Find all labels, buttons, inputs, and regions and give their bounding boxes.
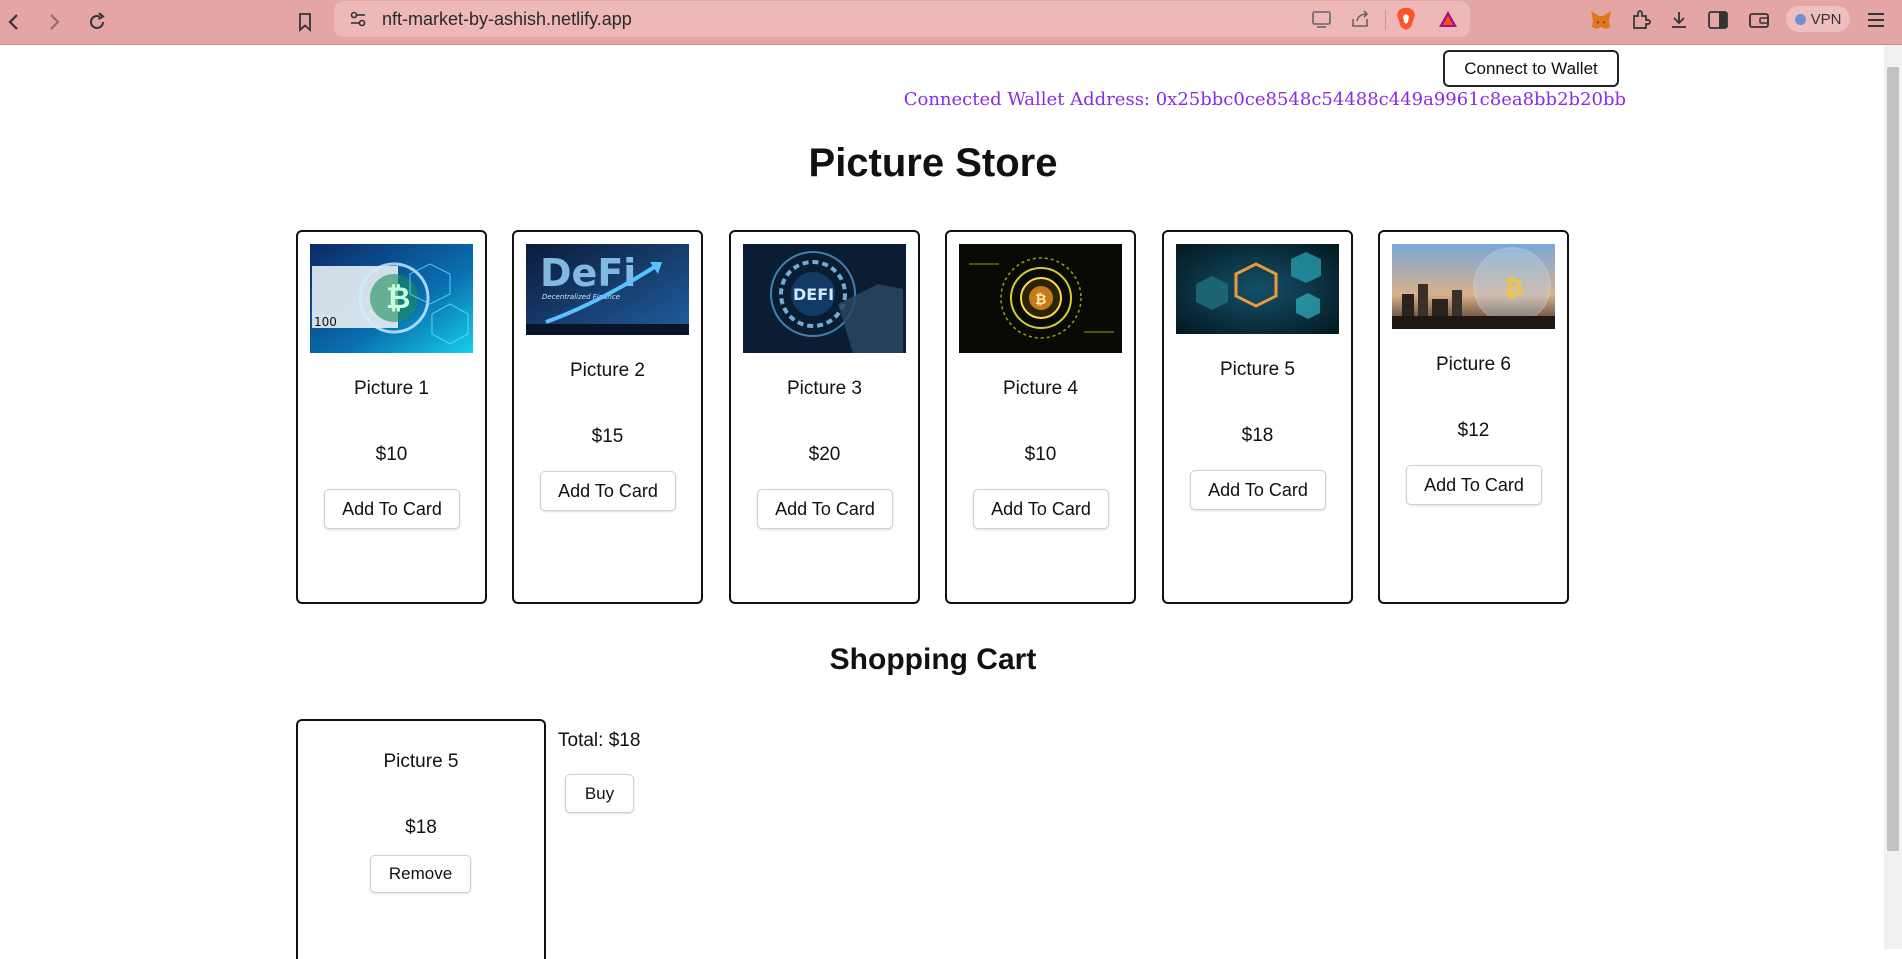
add-to-cart-button[interactable]: Add To Card <box>1190 470 1326 510</box>
product-name: Picture 4 <box>1003 378 1078 399</box>
vpn-label: VPN <box>1810 10 1842 28</box>
picture-1-caption: 100 <box>314 315 337 329</box>
share-icon[interactable] <box>1347 5 1375 33</box>
svg-text:₿: ₿ <box>1504 274 1524 302</box>
bookmark-icon[interactable] <box>291 8 319 36</box>
cart-item-price: $18 <box>405 817 437 838</box>
extensions-icon[interactable] <box>1627 6 1655 34</box>
product-card-1: ₿ 100 Picture 1 $10 Add To Card <box>296 230 487 604</box>
product-price: $20 <box>808 444 841 465</box>
cart-total: Total: $18 <box>558 730 641 751</box>
product-price: $18 <box>1241 425 1274 446</box>
add-to-cart-button[interactable]: Add To Card <box>324 489 460 529</box>
picture-5-image <box>1176 244 1339 339</box>
download-icon[interactable] <box>1665 6 1693 34</box>
brave-shields-icon[interactable] <box>1392 5 1420 33</box>
defi-text: DEFI <box>793 285 834 304</box>
cart-item-name: Picture 5 <box>383 751 459 772</box>
scrollbar-thumb[interactable] <box>1887 67 1899 851</box>
page-scrollbar[interactable] <box>1884 45 1902 949</box>
svg-text:₿: ₿ <box>1035 292 1046 308</box>
product-name: Picture 6 <box>1436 354 1511 375</box>
vpn-status-icon <box>1794 13 1806 25</box>
picture-4-image: ₿ <box>959 244 1122 358</box>
add-to-cart-button[interactable]: Add To Card <box>757 489 893 529</box>
cart-title: Shopping Cart <box>829 643 1037 676</box>
product-price: $12 <box>1457 420 1490 441</box>
cart-item: Picture 5 $18 Remove <box>296 719 546 959</box>
browser-toolbar: nft-market-by-ashish.netlify.app VPN <box>0 0 1902 45</box>
product-card-5: Picture 5 $18 Add To Card <box>1162 230 1353 604</box>
add-to-cart-button[interactable]: Add To Card <box>1406 465 1542 505</box>
product-card-3: DEFI Picture 3 $20 Add To Card <box>729 230 920 604</box>
product-card-2: DeFi Decentralized Finance Picture 2 $15… <box>512 230 703 604</box>
add-to-cart-button[interactable]: Add To Card <box>973 489 1109 529</box>
product-price: $10 <box>1024 444 1057 465</box>
svg-text:₿: ₿ <box>386 281 410 316</box>
wallet-icon[interactable] <box>1745 6 1773 34</box>
add-to-cart-button[interactable]: Add To Card <box>540 471 676 511</box>
cast-icon[interactable] <box>1308 5 1336 33</box>
connect-wallet-button[interactable]: Connect to Wallet <box>1443 50 1619 87</box>
site-settings-icon[interactable] <box>344 5 372 33</box>
wallet-address: Connected Wallet Address: 0x25bbc0ce8548… <box>903 89 1626 110</box>
picture-6-image: ₿ <box>1392 244 1555 334</box>
sidebar-icon[interactable] <box>1704 6 1732 34</box>
product-name: Picture 2 <box>570 360 645 381</box>
product-price: $10 <box>375 444 408 465</box>
brave-rewards-icon[interactable] <box>1434 5 1462 33</box>
url-text[interactable]: nft-market-by-ashish.netlify.app <box>382 9 632 30</box>
product-price: $15 <box>591 426 624 447</box>
buy-button[interactable]: Buy <box>565 774 634 813</box>
vpn-button[interactable]: VPN <box>1786 6 1850 32</box>
reload-icon[interactable] <box>83 8 111 36</box>
product-name: Picture 3 <box>787 378 862 399</box>
picture-2-image: DeFi Decentralized Finance <box>526 244 689 340</box>
product-name: Picture 1 <box>354 378 429 399</box>
product-name: Picture 5 <box>1220 359 1295 380</box>
page-content: Connect to Wallet Connected Wallet Addre… <box>0 45 1884 959</box>
product-card-6: ₿ Picture 6 $12 Add To Card <box>1378 230 1569 604</box>
address-bar[interactable]: nft-market-by-ashish.netlify.app <box>334 1 1470 37</box>
picture-3-image: DEFI <box>743 244 906 358</box>
metamask-icon[interactable] <box>1587 6 1615 34</box>
product-card-4: ₿ Picture 4 $10 Add To Card <box>945 230 1136 604</box>
forward-icon[interactable] <box>40 8 68 36</box>
picture-1-image: ₿ 100 <box>310 244 473 358</box>
page-title: Picture Store <box>808 141 1058 185</box>
remove-button[interactable]: Remove <box>370 855 471 893</box>
menu-icon[interactable] <box>1862 6 1890 34</box>
back-icon[interactable] <box>0 8 28 36</box>
